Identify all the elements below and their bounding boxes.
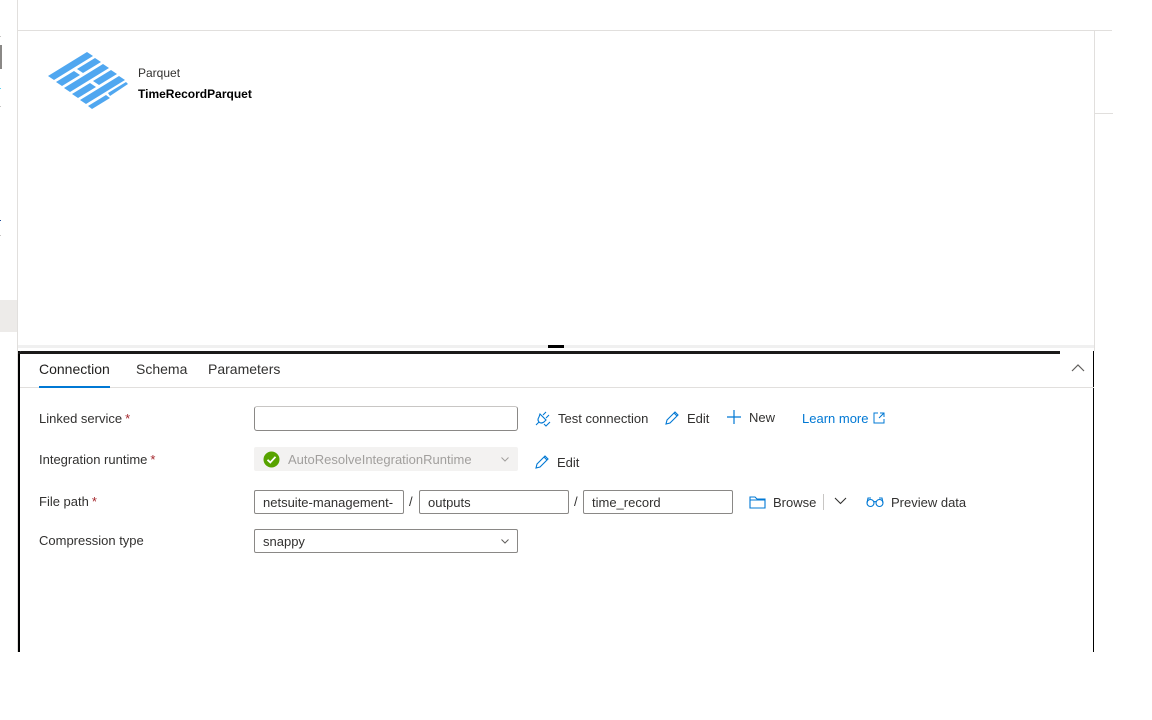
- rail-marker: [0, 36, 1, 37]
- properties-panel: Connection Schema Parameters Linked serv…: [18, 351, 1094, 652]
- tab-connection[interactable]: Connection: [39, 361, 110, 388]
- divider: [823, 494, 824, 510]
- file-path-label: File path: [39, 493, 89, 509]
- pencil-icon: [665, 411, 679, 425]
- tab-schema[interactable]: Schema: [136, 361, 187, 387]
- left-navigation-rail: [0, 0, 18, 652]
- integration-runtime-select: AutoResolveIntegrationRuntime: [254, 447, 518, 471]
- edit-label: Edit: [557, 454, 580, 470]
- check-circle-icon: [263, 451, 280, 467]
- rail-selected-item[interactable]: [0, 300, 17, 332]
- integration-runtime-label: Integration runtime: [39, 451, 148, 467]
- top-toolbar: [18, 0, 1112, 31]
- integration-runtime-row: Integration runtime *: [39, 447, 155, 471]
- rail-marker: [0, 235, 1, 236]
- rail-scroll-indicator[interactable]: [0, 45, 2, 69]
- dataset-canvas: Parquet TimeRecordParquet: [18, 31, 1094, 345]
- splitter-handle[interactable]: [548, 345, 564, 348]
- edit-label: Edit: [687, 410, 710, 426]
- linked-service-label: Linked service: [39, 410, 123, 426]
- learn-more-label: Learn more: [802, 410, 869, 426]
- panel-tabs: Connection Schema Parameters: [20, 351, 1094, 388]
- chevron-up-icon[interactable]: [1070, 360, 1086, 376]
- test-connection-label: Test connection: [558, 410, 649, 426]
- rail-marker: [0, 106, 1, 107]
- learn-more-link[interactable]: Learn more: [802, 406, 892, 430]
- preview-data-button[interactable]: Preview data: [866, 490, 966, 514]
- file-path-file-input[interactable]: time_record: [583, 490, 733, 514]
- linked-service-select[interactable]: [254, 406, 518, 431]
- required-marker: *: [125, 410, 131, 426]
- compression-type-select[interactable]: snappy: [254, 529, 518, 553]
- chevron-down-icon[interactable]: [834, 496, 847, 506]
- integration-runtime-value: AutoResolveIntegrationRuntime: [288, 451, 472, 467]
- required-marker: *: [91, 493, 97, 509]
- pencil-icon: [535, 455, 549, 469]
- folder-icon: [749, 496, 766, 509]
- tab-parameters[interactable]: Parameters: [208, 361, 280, 387]
- parquet-icon: [48, 52, 128, 109]
- chevron-down-icon: [501, 457, 509, 462]
- browse-label: Browse: [773, 494, 817, 510]
- required-marker: *: [150, 451, 156, 467]
- rail-divider: [1095, 113, 1113, 114]
- file-path-directory-input[interactable]: outputs: [419, 490, 569, 514]
- compression-type-value: snappy: [263, 533, 305, 549]
- plus-icon: [727, 410, 741, 424]
- new-label: New: [749, 409, 776, 425]
- file-path-container-input[interactable]: netsuite-management-: [254, 490, 404, 514]
- browse-button[interactable]: Browse: [749, 490, 816, 514]
- chevron-down-icon: [501, 539, 509, 544]
- new-linked-service-button[interactable]: New: [726, 405, 775, 429]
- test-connection-button[interactable]: Test connection: [534, 406, 648, 430]
- linked-service-edit-button[interactable]: Edit: [664, 406, 709, 430]
- path-separator: /: [574, 494, 578, 509]
- preview-data-label: Preview data: [891, 494, 967, 510]
- compression-type-row: Compression type: [39, 528, 144, 552]
- rail-marker: [0, 220, 1, 221]
- rail-marker: [0, 88, 1, 89]
- glasses-icon: [866, 497, 884, 508]
- plug-connected-icon: [535, 411, 551, 427]
- dataset-name: TimeRecordParquet: [138, 87, 252, 101]
- path-separator: /: [409, 494, 413, 509]
- file-path-row: File path *: [39, 489, 97, 513]
- dataset-node[interactable]: Parquet TimeRecordParquet: [46, 49, 252, 115]
- external-link-icon: [873, 412, 885, 424]
- panel-focus-border: [18, 351, 1060, 354]
- linked-service-row: Linked service *: [39, 406, 130, 430]
- compression-type-label: Compression type: [39, 532, 144, 548]
- dataset-type-label: Parquet: [138, 66, 181, 80]
- right-properties-rail: [1094, 31, 1113, 351]
- integration-runtime-edit-button[interactable]: Edit: [534, 450, 579, 474]
